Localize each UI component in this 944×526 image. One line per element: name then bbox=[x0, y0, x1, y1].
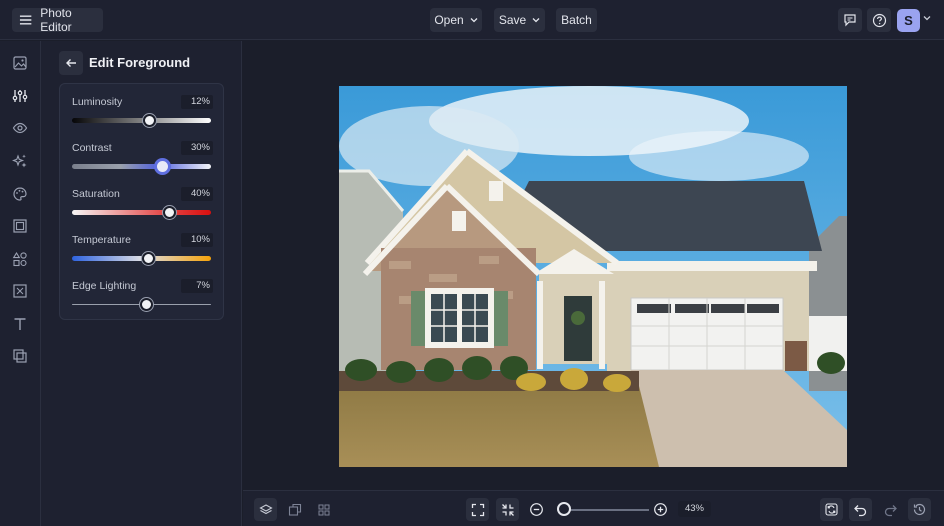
edge-lighting-knob[interactable] bbox=[139, 298, 153, 311]
zoom-out-icon bbox=[530, 503, 543, 516]
zoom-out-button[interactable] bbox=[525, 498, 548, 521]
message-icon bbox=[844, 14, 856, 27]
expand-icon bbox=[471, 503, 484, 516]
zoom-value[interactable]: 43% bbox=[678, 501, 711, 517]
tool-rail bbox=[0, 41, 41, 526]
avatar[interactable]: S bbox=[897, 9, 920, 32]
comments-button[interactable] bbox=[838, 8, 862, 32]
edge-lighting-label: Edge Lighting bbox=[72, 280, 137, 292]
sliders-icon[interactable] bbox=[11, 87, 29, 105]
save-button[interactable]: Save bbox=[494, 8, 545, 32]
contrast-knob[interactable] bbox=[153, 158, 171, 175]
shrink-icon bbox=[501, 503, 514, 516]
batch-label: Batch bbox=[561, 13, 592, 27]
zoom-track[interactable] bbox=[563, 509, 649, 511]
chevron-down-icon bbox=[532, 18, 540, 23]
saturation-value[interactable]: 40% bbox=[181, 187, 213, 201]
actual-size-button[interactable] bbox=[496, 498, 519, 521]
edge-lighting-control: Edge Lighting 7% bbox=[72, 279, 213, 326]
refresh-icon bbox=[825, 503, 838, 516]
house-photo bbox=[339, 86, 847, 467]
contrast-label: Contrast bbox=[72, 142, 112, 154]
texture-icon[interactable] bbox=[11, 282, 29, 300]
hamburger-icon bbox=[19, 15, 32, 25]
zoom-in-icon bbox=[654, 503, 667, 516]
temperature-knob[interactable] bbox=[141, 252, 155, 265]
compare-button[interactable] bbox=[283, 498, 306, 521]
back-button[interactable] bbox=[59, 51, 83, 75]
arrow-left-icon bbox=[66, 59, 76, 67]
eye-icon[interactable] bbox=[11, 119, 29, 137]
temperature-label: Temperature bbox=[72, 234, 131, 246]
panel-title: Edit Foreground bbox=[89, 55, 191, 70]
shapes-icon[interactable] bbox=[11, 250, 29, 268]
top-bar: Photo Editor Open Save Batch S bbox=[0, 0, 944, 40]
chevron-down-icon[interactable] bbox=[923, 15, 931, 21]
compare-icon bbox=[288, 503, 301, 516]
saturation-knob[interactable] bbox=[162, 206, 176, 219]
bottom-toolbar: 43% bbox=[243, 490, 944, 526]
zoom-in-button[interactable] bbox=[649, 498, 672, 521]
edge-lighting-value[interactable]: 7% bbox=[181, 279, 213, 293]
open-label: Open bbox=[434, 13, 464, 27]
saturation-track[interactable] bbox=[72, 210, 211, 215]
palette-icon[interactable] bbox=[11, 185, 29, 203]
zoom-knob[interactable] bbox=[557, 502, 571, 516]
avatar-initial: S bbox=[904, 13, 913, 28]
app-title: Photo Editor bbox=[40, 6, 72, 34]
luminosity-knob[interactable] bbox=[143, 114, 157, 127]
photo-canvas[interactable] bbox=[339, 86, 847, 467]
history-icon bbox=[913, 503, 926, 516]
help-icon bbox=[872, 13, 886, 27]
text-icon[interactable] bbox=[11, 315, 29, 333]
open-button[interactable]: Open bbox=[430, 8, 482, 32]
redo-icon bbox=[884, 505, 897, 517]
contrast-track[interactable] bbox=[72, 164, 211, 169]
chevron-down-icon bbox=[470, 18, 478, 23]
saturation-label: Saturation bbox=[72, 188, 120, 200]
contrast-control: Contrast 30% bbox=[72, 141, 213, 188]
frame-icon[interactable] bbox=[11, 217, 29, 235]
undo-button[interactable] bbox=[849, 498, 872, 521]
luminosity-label: Luminosity bbox=[72, 96, 123, 108]
luminosity-control: Luminosity 12% bbox=[72, 95, 213, 142]
layers-button[interactable] bbox=[254, 498, 277, 521]
reset-button[interactable] bbox=[820, 498, 843, 521]
adjust-panel: Edit Foreground Luminosity 12% Contrast … bbox=[41, 41, 242, 526]
layers-icon bbox=[258, 503, 273, 514]
luminosity-track[interactable] bbox=[72, 118, 211, 123]
saturation-control: Saturation 40% bbox=[72, 187, 213, 234]
grid-icon bbox=[318, 504, 329, 515]
image-icon[interactable] bbox=[11, 54, 29, 72]
grid-button[interactable] bbox=[312, 498, 335, 521]
save-label: Save bbox=[498, 13, 527, 27]
fit-screen-button[interactable] bbox=[466, 498, 489, 521]
menu-button[interactable]: Photo Editor bbox=[12, 6, 103, 34]
undo-icon bbox=[854, 505, 867, 517]
sparkle-icon[interactable] bbox=[11, 152, 29, 170]
temperature-control: Temperature 10% bbox=[72, 233, 213, 280]
history-button[interactable] bbox=[908, 498, 931, 521]
overlay-icon[interactable] bbox=[11, 347, 29, 365]
batch-button[interactable]: Batch bbox=[556, 8, 597, 32]
help-button[interactable] bbox=[867, 8, 891, 32]
temperature-value[interactable]: 10% bbox=[181, 233, 213, 247]
adjustment-card: Luminosity 12% Contrast 30% Saturation 4… bbox=[59, 83, 224, 320]
luminosity-value[interactable]: 12% bbox=[181, 95, 213, 109]
redo-button[interactable] bbox=[879, 498, 902, 521]
contrast-value[interactable]: 30% bbox=[181, 141, 213, 155]
